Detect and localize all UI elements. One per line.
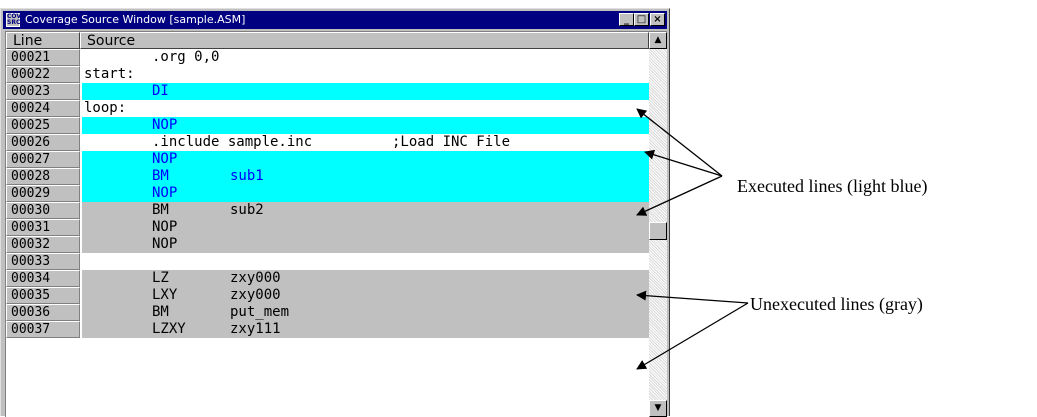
unexecuted-lines-label: Unexecuted lines (gray) [750,294,923,314]
arrow-to-line-00023 [636,108,723,177]
executed-lines-label: Executed lines (light blue) [737,176,928,196]
arrow-to-line-00031 [636,290,749,304]
arrow-to-line-00035 [636,302,749,370]
callout-arrows [636,108,749,370]
arrow-to-line-00028 [636,175,723,216]
arrow-to-line-00025 [644,149,723,177]
